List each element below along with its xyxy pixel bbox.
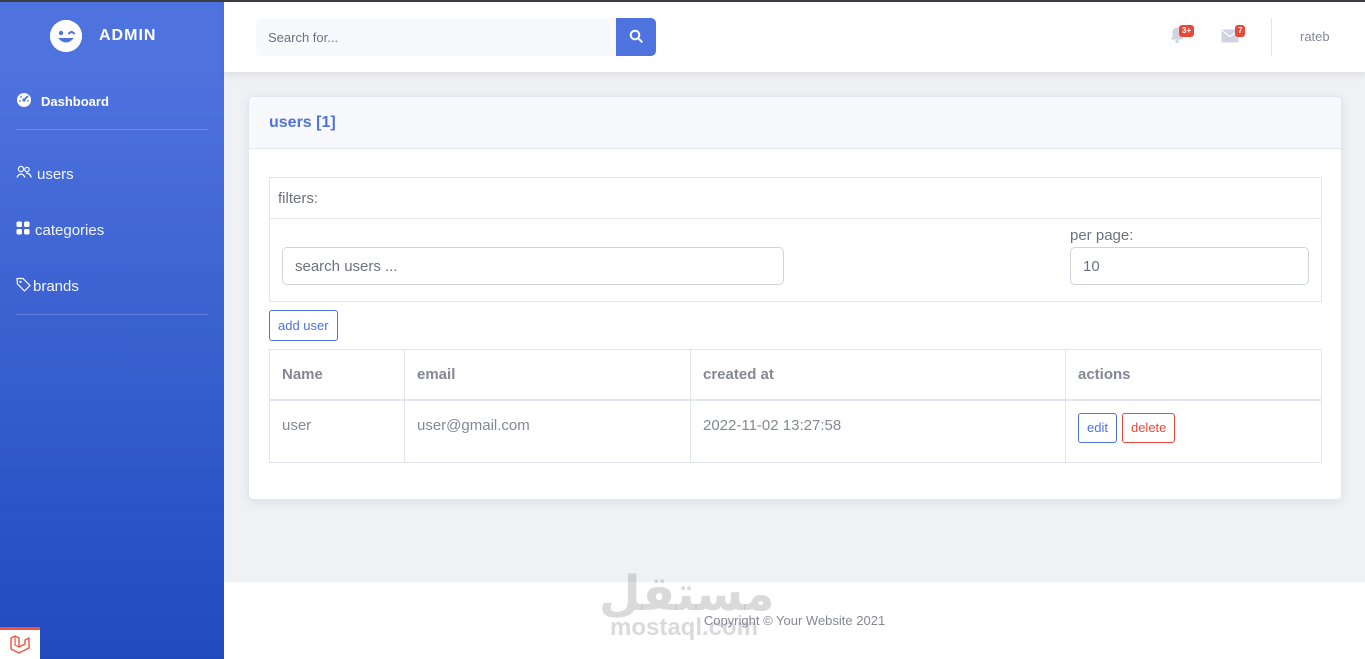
sidebar-item-label: brands [33, 278, 79, 295]
tachometer-icon [16, 92, 32, 111]
alerts-badge: 3+ [1179, 25, 1195, 37]
filters-label: filters: [278, 190, 319, 207]
sidebar-item-dashboard[interactable]: Dashboard [16, 92, 109, 111]
grid-icon [16, 221, 30, 239]
column-header-name: Name [269, 349, 405, 401]
sidebar-item-label: Dashboard [41, 94, 109, 109]
filters-header: filters: [270, 178, 1321, 219]
per-page-input[interactable] [1070, 247, 1309, 285]
sidebar-divider [16, 129, 208, 130]
sidebar-item-categories[interactable]: categories [16, 221, 104, 239]
sidebar: ADMIN Dashboard users categories brands [0, 0, 224, 659]
user-menu[interactable]: rateb [1300, 29, 1330, 44]
per-page-label: per page: [1070, 227, 1134, 244]
edit-button[interactable]: edit [1078, 412, 1117, 443]
table-header-row: Name email created at actions [269, 349, 1322, 401]
laugh-wink-icon [50, 20, 82, 52]
users-icon [16, 165, 32, 183]
topbar-search [256, 18, 656, 56]
sidebar-item-users[interactable]: users [16, 165, 74, 183]
column-header-actions: actions [1065, 349, 1322, 401]
cell-created-at: 2022-11-02 13:27:58 [690, 399, 1066, 463]
window-top-border [0, 0, 1365, 2]
alerts-button[interactable]: 3+ [1169, 25, 1195, 49]
brand-title: ADMIN [99, 27, 157, 44]
laravel-icon[interactable] [0, 627, 40, 659]
filters-panel: filters: per page: [269, 177, 1322, 302]
delete-button[interactable]: delete [1121, 412, 1176, 443]
column-header-email: email [404, 349, 691, 401]
search-button[interactable] [616, 18, 656, 56]
cell-actions: edit delete [1065, 399, 1322, 463]
column-header-created-at: created at [690, 349, 1066, 401]
footer: مستقل mostaql.com Copyright © Your Websi… [224, 568, 1365, 659]
cell-name: user [269, 399, 405, 463]
card-header: users [1] [249, 97, 1341, 149]
add-user-button[interactable]: add user [269, 310, 338, 341]
brand[interactable]: ADMIN [0, 0, 224, 72]
search-input[interactable] [256, 18, 616, 56]
users-card: users [1] filters: per page: add user Na… [248, 96, 1342, 500]
users-search-input[interactable] [282, 247, 784, 285]
sidebar-item-brands[interactable]: brands [16, 277, 79, 296]
table-row: user user@gmail.com 2022-11-02 13:27:58 … [269, 399, 1322, 463]
watermark-logo: مستقل mostaql.com [599, 568, 775, 640]
users-table: Name email created at actions user user@… [269, 349, 1322, 463]
copyright-text: Copyright © Your Website 2021 [703, 613, 886, 628]
search-icon [629, 29, 643, 46]
tag-icon [16, 277, 31, 296]
sidebar-item-label: categories [35, 221, 105, 239]
sidebar-item-label: users [37, 165, 74, 183]
topbar: 3+ 7 rateb [224, 2, 1365, 72]
sidebar-divider [16, 314, 208, 315]
topbar-divider [1271, 18, 1272, 56]
messages-button[interactable]: 7 [1221, 25, 1246, 48]
page-title: users [1] [269, 114, 336, 131]
messages-badge: 7 [1235, 25, 1246, 37]
cell-email: user@gmail.com [404, 399, 691, 463]
